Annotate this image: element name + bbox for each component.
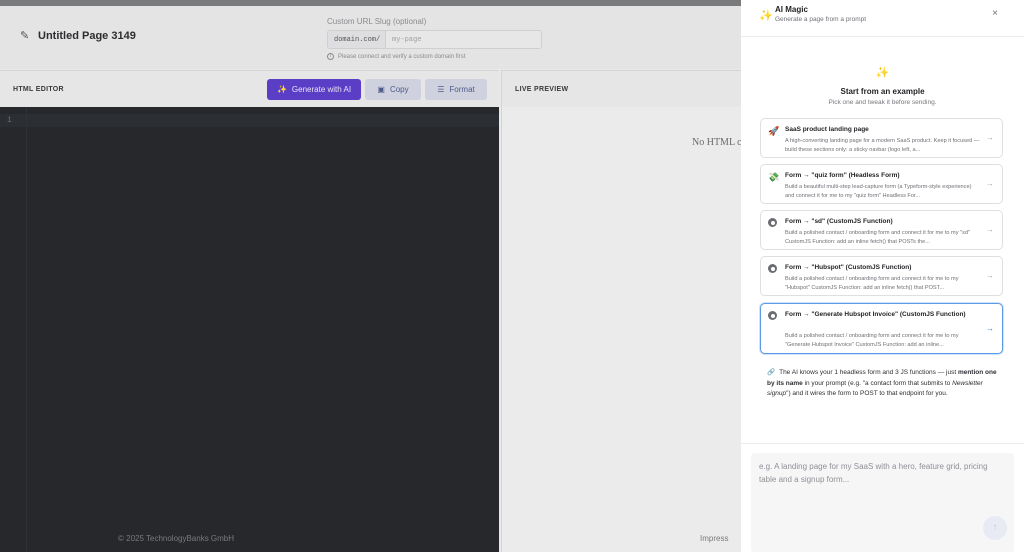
gear-icon — [768, 311, 777, 322]
example-card-saas-landing[interactable]: 🚀 SaaS product landing page A high-conve… — [760, 118, 1003, 158]
arrow-right-icon: → — [986, 133, 994, 142]
slug-note: i Please connect and verify a custom dom… — [327, 53, 465, 60]
example-card-quiz-form[interactable]: 💸 Form → "quiz form" (Headless Form) Bui… — [760, 164, 1003, 204]
prompt-input[interactable]: e.g. A landing page for my SaaS with a h… — [751, 453, 1014, 552]
live-preview-label: LIVE PREVIEW — [515, 86, 569, 93]
sparkle-icon: ✨ — [759, 10, 773, 22]
line-number: 1 — [7, 116, 12, 125]
copy-icon: ▣ — [377, 85, 385, 94]
slug-note-text: Please connect and verify a custom domai… — [338, 53, 466, 60]
pencil-icon: ✎ — [20, 30, 30, 42]
functions-hint: 🔗 The AI knows your 1 headless form and 3… — [767, 368, 1003, 400]
example-title: SaaS product landing page — [785, 126, 869, 133]
page-title[interactable]: Untitled Page 3149 — [38, 30, 136, 42]
slug-label: Custom URL Slug (optional) — [327, 17, 427, 26]
arrow-right-icon: → — [986, 225, 994, 234]
preview-empty-text: No HTML c — [692, 137, 741, 148]
arrow-up-icon: ↑ — [992, 522, 998, 533]
slug-field: domain.com/ my-page — [327, 30, 542, 49]
copy-button[interactable]: ▣ Copy — [365, 79, 421, 100]
panel-subtitle: Generate a page from a prompt — [775, 16, 867, 23]
page-title-wrap[interactable]: ✎ Untitled Page 3149 — [20, 30, 136, 42]
form-icon: 💸 — [768, 172, 780, 182]
hint-text-1: The AI knows your 1 headless form and 3 … — [779, 369, 958, 376]
copy-label: Copy — [389, 85, 409, 94]
examples-title: Start from an example — [840, 87, 925, 96]
footer-impress-link[interactable]: Impress — [700, 534, 728, 543]
prompt-composer: e.g. A landing page for my SaaS with a h… — [741, 443, 1024, 552]
example-description: A high-converting landing page for a mod… — [785, 138, 980, 153]
format-button[interactable]: ☰ Format — [425, 79, 487, 100]
example-title: Form → "Hubspot" (CustomJS Function) — [785, 264, 912, 271]
live-preview-toolbar: LIVE PREVIEW — [501, 70, 741, 107]
editor-gutter — [26, 107, 27, 552]
examples-subtitle: Pick one and tweak it before sending. — [828, 99, 937, 106]
close-icon[interactable]: × — [990, 8, 1000, 20]
html-editor-label: HTML EDITOR — [13, 86, 64, 93]
generate-with-ai-label: Generate with AI — [291, 85, 352, 94]
example-card-sd-function[interactable]: Form → "sd" (CustomJS Function) Build a … — [760, 210, 1003, 250]
example-description: Build a beautiful multi-step lead-captur… — [785, 184, 972, 199]
arrow-right-icon: → — [986, 271, 994, 280]
hint-text-3: ") and it wires the form to POST to that… — [786, 390, 948, 397]
generate-with-ai-button[interactable]: ✨ Generate with AI — [267, 79, 361, 100]
hint-text-2: in your prompt (e.g. "a contact form tha… — [802, 379, 953, 387]
example-title: Form → "quiz form" (Headless Form) — [785, 172, 900, 179]
gear-icon — [768, 218, 777, 229]
arrow-right-icon: → — [986, 179, 994, 188]
footer-copyright: © 2025 TechnologyBanks GmbH — [118, 534, 235, 543]
sparkle-icon: ✨ — [875, 67, 890, 79]
slug-prefix: domain.com/ — [328, 31, 386, 48]
prompt-placeholder: e.g. A landing page for my SaaS with a h… — [759, 462, 988, 484]
info-icon: i — [327, 53, 334, 60]
live-preview: No HTML c — [501, 107, 741, 552]
link-icon: 🔗 — [767, 369, 776, 376]
active-line — [0, 114, 499, 127]
format-label: Format — [449, 85, 475, 94]
sparkle-icon: ✨ — [276, 85, 287, 94]
ai-magic-panel: ✨ AI Magic Generate a page from a prompt… — [741, 0, 1024, 552]
editor-header: ✎ Untitled Page 3149 Custom URL Slug (op… — [0, 6, 741, 69]
example-description: Build a polished contact / onboarding fo… — [785, 230, 970, 245]
example-title: Form → "sd" (CustomJS Function) — [785, 218, 893, 225]
rocket-icon: 🚀 — [768, 126, 780, 136]
slug-input[interactable]: my-page — [386, 31, 541, 48]
send-button[interactable]: ↑ — [983, 516, 1007, 540]
example-card-hubspot-invoice[interactable]: Form → "Generate Hubspot Invoice" (Custo… — [760, 303, 1003, 354]
html-editor-toolbar: HTML EDITOR ✨ Generate with AI ▣ Copy ☰ … — [0, 70, 499, 107]
arrow-right-icon: → — [986, 324, 994, 333]
gear-icon — [768, 264, 777, 275]
example-description: Build a polished contact / onboarding fo… — [785, 276, 959, 291]
panel-header: ✨ AI Magic Generate a page from a prompt… — [741, 0, 1024, 37]
code-editor[interactable]: 1 — [0, 107, 499, 552]
example-title: Form → "Generate Hubspot Invoice" (Custo… — [785, 311, 966, 318]
format-icon: ☰ — [437, 85, 445, 94]
panel-title: AI Magic — [775, 5, 808, 14]
example-description: Build a polished contact / onboarding fo… — [785, 333, 959, 348]
page-editor: ✎ Untitled Page 3149 Custom URL Slug (op… — [0, 6, 741, 552]
example-card-hubspot-function[interactable]: Form → "Hubspot" (CustomJS Function) Bui… — [760, 256, 1003, 296]
